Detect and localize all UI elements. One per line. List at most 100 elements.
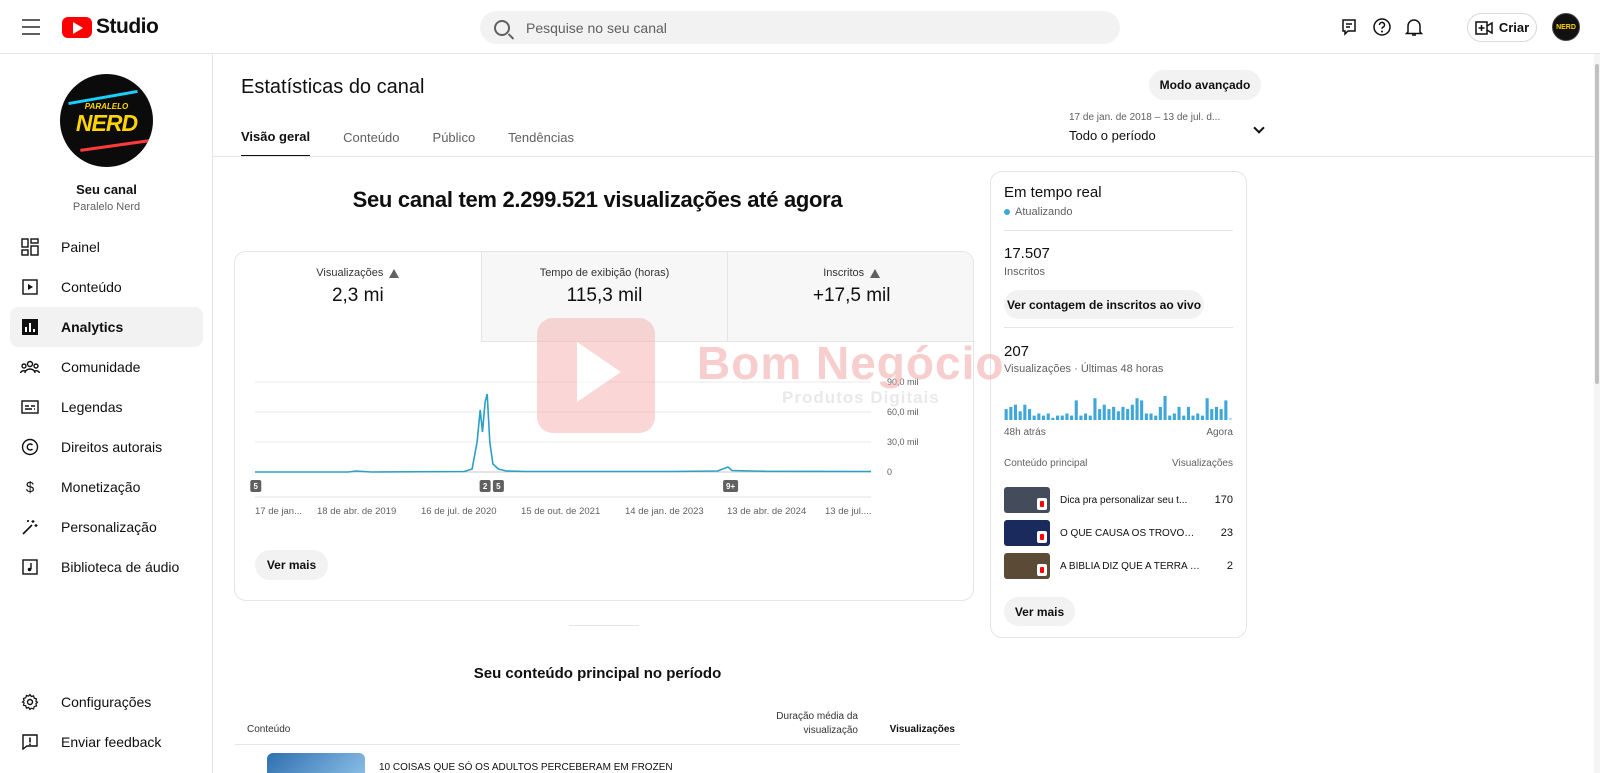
main-content: Estatísticas do canal Modo avançado Visã… bbox=[213, 54, 1594, 773]
realtime-bar[interactable] bbox=[1028, 409, 1032, 420]
realtime-row[interactable]: O QUE CAUSA OS TROVÕES ... 23 bbox=[1004, 520, 1233, 546]
live-subscriber-count-button[interactable]: Ver contagem de inscritos ao vivo bbox=[1004, 290, 1204, 319]
sidebar-item-enviar-feedback[interactable]: Enviar feedback bbox=[10, 722, 203, 762]
metric-subscribers[interactable]: Inscritos +17,5 mil bbox=[728, 252, 973, 342]
metric-value: 115,3 mil bbox=[566, 285, 643, 306]
realtime-row[interactable]: Dica pra personalizar seu t... 170 bbox=[1004, 487, 1233, 513]
realtime-bar[interactable] bbox=[1013, 404, 1017, 420]
create-button[interactable]: Criar bbox=[1467, 13, 1537, 42]
realtime-bar[interactable] bbox=[1004, 409, 1008, 420]
realtime-bar[interactable] bbox=[1149, 413, 1153, 421]
page-scrollbar[interactable] bbox=[1594, 54, 1600, 773]
realtime-bar[interactable] bbox=[1177, 406, 1181, 420]
realtime-bar[interactable] bbox=[1051, 417, 1055, 420]
realtime-bar[interactable] bbox=[1144, 413, 1148, 421]
realtime-bar[interactable] bbox=[1079, 415, 1083, 420]
period-selector[interactable]: 17 de jan. de 2018 – 13 de jul. d... Tod… bbox=[1069, 112, 1269, 143]
realtime-bar[interactable] bbox=[1018, 411, 1022, 420]
sidebar-item-personalizacao[interactable]: Personalização bbox=[10, 507, 203, 547]
see-more-button[interactable]: Ver mais bbox=[255, 550, 328, 580]
realtime-bar[interactable] bbox=[1224, 400, 1228, 420]
realtime-bar[interactable] bbox=[1056, 415, 1060, 420]
shorts-icon bbox=[1037, 564, 1047, 576]
realtime-bar[interactable] bbox=[1186, 406, 1190, 420]
realtime-bar[interactable] bbox=[1214, 406, 1218, 420]
realtime-bar[interactable] bbox=[1074, 400, 1078, 420]
realtime-see-more-button[interactable]: Ver mais bbox=[1004, 597, 1075, 626]
advanced-mode-button[interactable]: Modo avançado bbox=[1149, 70, 1261, 100]
realtime-bar[interactable] bbox=[1172, 413, 1176, 421]
realtime-bar[interactable] bbox=[1102, 404, 1106, 420]
realtime-bar[interactable] bbox=[1042, 415, 1046, 420]
sidebar-item-analytics[interactable]: Analytics bbox=[10, 307, 203, 347]
tab-tendencias[interactable]: Tendências bbox=[508, 118, 574, 157]
realtime-bar[interactable] bbox=[1140, 400, 1144, 420]
realtime-bar[interactable] bbox=[1210, 409, 1214, 420]
realtime-bar[interactable] bbox=[1130, 404, 1134, 420]
sidebar-item-painel[interactable]: Painel bbox=[10, 227, 203, 267]
realtime-bar[interactable] bbox=[1065, 413, 1069, 421]
scrollbar-thumb[interactable] bbox=[1595, 64, 1599, 384]
sidebar-item-conteudo[interactable]: Conteúdo bbox=[10, 267, 203, 307]
realtime-bar[interactable] bbox=[1168, 415, 1172, 420]
realtime-bar[interactable] bbox=[1163, 396, 1167, 420]
sidebar-item-legendas[interactable]: Legendas bbox=[10, 387, 203, 427]
realtime-bar[interactable] bbox=[1070, 415, 1074, 420]
metric-views[interactable]: Visualizações 2,3 mi bbox=[235, 252, 482, 342]
search-icon[interactable] bbox=[494, 19, 510, 36]
search-bar[interactable] bbox=[480, 11, 1120, 44]
realtime-bar[interactable] bbox=[1154, 415, 1158, 420]
realtime-bar[interactable] bbox=[1126, 409, 1130, 420]
realtime-bar[interactable] bbox=[1191, 415, 1195, 420]
realtime-bar[interactable] bbox=[1088, 415, 1092, 420]
realtime-bar[interactable] bbox=[1093, 398, 1097, 420]
menu-icon[interactable] bbox=[18, 14, 44, 40]
metric-watch-time[interactable]: Tempo de exibição (horas) 115,3 mil bbox=[481, 252, 729, 342]
table-header-views[interactable]: Visualizações bbox=[873, 724, 955, 735]
sidebar-item-configuracoes[interactable]: Configurações bbox=[10, 682, 203, 722]
realtime-bar[interactable] bbox=[1205, 398, 1209, 420]
realtime-bar[interactable] bbox=[1046, 413, 1050, 421]
realtime-bar[interactable] bbox=[1009, 406, 1013, 420]
audio-library-icon bbox=[20, 557, 40, 577]
realtime-bar[interactable] bbox=[1023, 404, 1027, 420]
realtime-bar[interactable] bbox=[1098, 409, 1102, 420]
search-input[interactable] bbox=[526, 19, 1086, 36]
realtime-bar[interactable] bbox=[1116, 411, 1120, 420]
account-avatar[interactable]: NERD bbox=[1552, 13, 1580, 41]
comments-icon[interactable] bbox=[1337, 15, 1361, 39]
realtime-bar[interactable] bbox=[1107, 409, 1111, 420]
sidebar-item-biblioteca-audio[interactable]: Biblioteca de áudio bbox=[10, 547, 203, 587]
realtime-row[interactable]: A BÍBLIA DIZ QUE A TERRA É ... 2 bbox=[1004, 553, 1233, 579]
realtime-bar[interactable] bbox=[1135, 398, 1139, 420]
tab-conteudo[interactable]: Conteúdo bbox=[343, 118, 399, 157]
studio-logo[interactable]: Studio bbox=[62, 14, 159, 40]
realtime-bar[interactable] bbox=[1219, 409, 1223, 420]
page-title: Estatísticas do canal bbox=[241, 76, 425, 98]
table-header-avg-duration[interactable]: Duração média da visualização bbox=[758, 710, 858, 738]
realtime-bar[interactable] bbox=[1112, 406, 1116, 420]
video-title[interactable]: 10 COISAS QUE SÓ OS ADULTOS PERCEBERAM E… bbox=[379, 762, 673, 773]
sidebar-item-monetizacao[interactable]: $ Monetização bbox=[10, 467, 203, 507]
top-content-title: Seu conteúdo principal no período bbox=[473, 665, 722, 682]
sidebar-item-direitos-autorais[interactable]: Direitos autorais bbox=[10, 427, 203, 467]
tab-publico[interactable]: Público bbox=[433, 118, 476, 157]
realtime-bar[interactable] bbox=[1200, 415, 1204, 420]
tab-visao-geral[interactable]: Visão geral bbox=[241, 118, 311, 157]
views-line-chart[interactable]: 90,0 mil 60,0 mil 30,0 mil 0 17 de jan... 18 … bbox=[235, 342, 974, 542]
help-icon[interactable] bbox=[1370, 15, 1394, 39]
channel-avatar[interactable]: PARALELO NERD bbox=[60, 74, 153, 167]
realtime-bar[interactable] bbox=[1182, 415, 1186, 420]
notifications-icon[interactable] bbox=[1402, 15, 1426, 39]
realtime-bar[interactable] bbox=[1084, 413, 1088, 421]
realtime-bar[interactable] bbox=[1121, 406, 1125, 420]
realtime-bar[interactable] bbox=[1037, 413, 1041, 421]
realtime-bar[interactable] bbox=[1228, 417, 1232, 420]
video-thumbnail[interactable] bbox=[267, 753, 365, 773]
realtime-bar[interactable] bbox=[1032, 415, 1036, 420]
realtime-bar[interactable] bbox=[1158, 406, 1162, 420]
realtime-bar-chart[interactable] bbox=[1004, 394, 1233, 420]
realtime-bar[interactable] bbox=[1060, 415, 1064, 420]
sidebar-item-comunidade[interactable]: Comunidade bbox=[10, 347, 203, 387]
realtime-bar[interactable] bbox=[1196, 413, 1200, 421]
